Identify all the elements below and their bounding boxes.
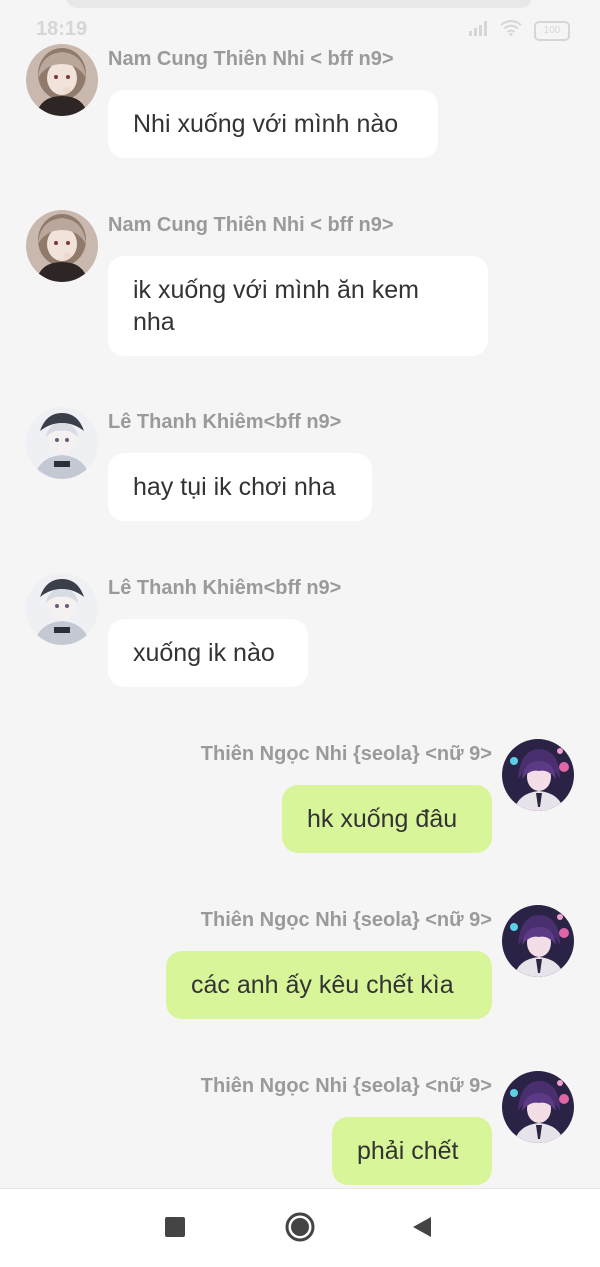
message-bubble[interactable]: hk xuống đâu xyxy=(282,785,492,853)
avatar-girl-icon[interactable] xyxy=(26,210,98,282)
wifi-icon xyxy=(500,20,522,41)
avatar-girl-icon[interactable] xyxy=(26,44,98,116)
message-bubble[interactable]: các anh ấy kêu chết kìa xyxy=(166,951,492,1019)
back-button[interactable] xyxy=(402,1209,442,1249)
message-item: Nam Cung Thiên Nhi < bff n9> ik xuống vớ… xyxy=(0,210,600,360)
message-item: Thiên Ngọc Nhi {seola} <nữ 9> các anh ấy… xyxy=(0,905,600,1025)
message-bubble[interactable]: Nhi xuống với mình nào xyxy=(108,90,438,158)
message-item: Nam Cung Thiên Nhi < bff n9> Nhi xuống v… xyxy=(0,44,600,164)
message-bubble[interactable]: hay tụi ik chơi nha xyxy=(108,453,372,521)
message-item: Thiên Ngọc Nhi {seola} <nữ 9> hk xuống đ… xyxy=(0,739,600,859)
message-item: Lê Thanh Khiêm<bff n9> xuống ik nào xyxy=(0,573,600,693)
avatar-self-icon[interactable] xyxy=(502,1071,574,1143)
sender-name: Lê Thanh Khiêm<bff n9> xyxy=(108,577,342,599)
status-time: 18:19 xyxy=(36,18,88,40)
avatar-boy-icon[interactable] xyxy=(26,573,98,645)
message-bubble[interactable]: ik xuống với mình ăn kem nha xyxy=(108,256,488,356)
chat-screen: 18:19 100 Nam Cung Thiên Nhi < bff n9> N… xyxy=(0,0,600,1267)
avatar-self-icon[interactable] xyxy=(502,905,574,977)
message-item: Thiên Ngọc Nhi {seola} <nữ 9> phải chết xyxy=(0,1071,600,1191)
sender-name: Thiên Ngọc Nhi {seola} <nữ 9> xyxy=(200,1075,492,1097)
recents-button[interactable] xyxy=(155,1209,195,1249)
triangle-back-icon xyxy=(411,1215,433,1244)
message-bubble[interactable]: xuống ik nào xyxy=(108,619,308,687)
home-button[interactable] xyxy=(280,1209,320,1249)
system-nav-bar xyxy=(0,1188,600,1267)
avatar-boy-icon[interactable] xyxy=(26,407,98,479)
sender-name: Nam Cung Thiên Nhi < bff n9> xyxy=(108,48,394,70)
status-icons: 100 xyxy=(468,20,570,41)
sender-name: Thiên Ngọc Nhi {seola} <nữ 9> xyxy=(200,743,492,765)
sender-name: Nam Cung Thiên Nhi < bff n9> xyxy=(108,214,394,236)
circle-icon xyxy=(284,1211,316,1248)
notification-sheet-edge xyxy=(66,0,532,8)
sender-name: Lê Thanh Khiêm<bff n9> xyxy=(108,411,342,433)
square-icon xyxy=(164,1216,186,1243)
battery-icon: 100 xyxy=(534,20,570,41)
message-item: Lê Thanh Khiêm<bff n9> hay tụi ik chơi n… xyxy=(0,407,600,527)
sender-name: Thiên Ngọc Nhi {seola} <nữ 9> xyxy=(200,909,492,931)
avatar-self-icon[interactable] xyxy=(502,739,574,811)
signal-icon xyxy=(468,20,488,41)
message-bubble[interactable]: phải chết xyxy=(332,1117,492,1185)
